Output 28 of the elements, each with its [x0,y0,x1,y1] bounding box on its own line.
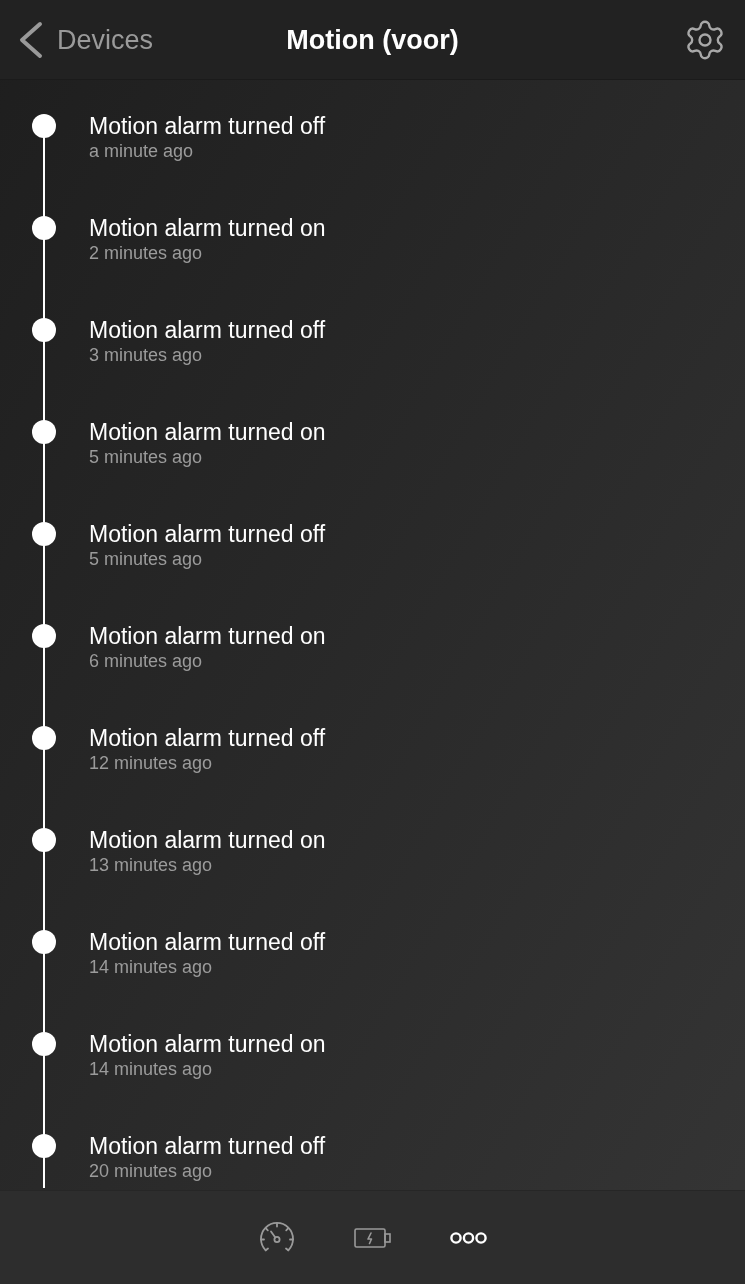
event-title: Motion alarm turned off [89,316,326,344]
event-time: 14 minutes ago [89,956,214,978]
event-title: Motion alarm turned on [89,418,326,446]
gauge-icon[interactable] [258,1222,295,1253]
more-icon[interactable] [450,1231,487,1244]
event-title: Motion alarm turned on [89,1030,326,1058]
event-time: 3 minutes ago [89,344,204,366]
event-time: 12 minutes ago [89,752,214,774]
event-title: Motion alarm turned on [89,826,326,854]
event-title: Motion alarm turned on [89,214,326,242]
event-title: Motion alarm turned off [89,1132,326,1160]
event-time: 5 minutes ago [89,446,204,468]
event-time: 13 minutes ago [89,854,214,876]
event-title: Motion alarm turned off [89,928,326,956]
back-button[interactable]: Devices [18,20,154,59]
battery-icon[interactable] [354,1227,391,1248]
event-time: a minute ago [89,140,195,162]
event-time: 6 minutes ago [89,650,204,672]
chevron-left-icon [18,20,43,59]
event-title: Motion alarm turned off [89,520,326,548]
event-title: Motion alarm turned on [89,622,326,650]
event-title: Motion alarm turned off [89,724,326,752]
event-time: 14 minutes ago [89,1058,214,1080]
event-title: Motion alarm turned off [89,112,326,140]
event-time: 2 minutes ago [89,242,204,264]
page-title: Motion (voor) [286,23,459,56]
event-time: 20 minutes ago [89,1160,214,1182]
event-time: 5 minutes ago [89,548,204,570]
